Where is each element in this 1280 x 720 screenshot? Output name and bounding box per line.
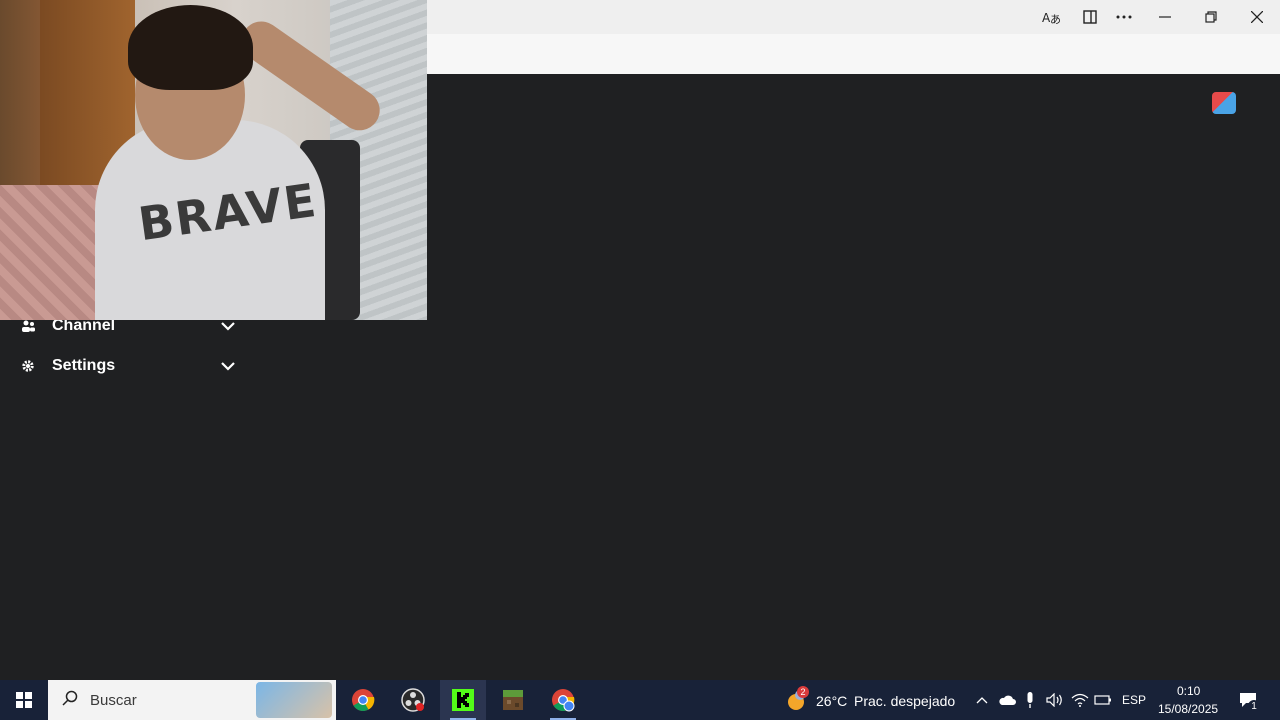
chevron-down-icon[interactable] [220, 358, 236, 374]
start-button[interactable] [0, 680, 48, 720]
search-icon [62, 690, 78, 711]
menu-item-label: Settings [52, 357, 116, 374]
translate-icon[interactable]: Aあ [1031, 0, 1071, 34]
taskbar: Buscar 2 26°C Prac. despejado ESP 0:10 1… [0, 680, 1280, 720]
search-highlight-image [256, 682, 332, 718]
webcam-overlay: BRAVE [0, 0, 427, 320]
restore-button[interactable] [1191, 0, 1231, 34]
weather-description[interactable]: Prac. despejado [854, 693, 955, 709]
channel-icon [20, 318, 36, 334]
minimize-button[interactable] [1145, 0, 1185, 34]
microphone-icon[interactable] [1020, 680, 1040, 720]
svg-text:あ: あ [1050, 13, 1060, 25]
webcam-person-hair [128, 5, 253, 90]
notification-count: 1 [1248, 700, 1260, 714]
gear-icon [20, 358, 36, 374]
more-options-icon[interactable] [1104, 0, 1144, 34]
onedrive-icon[interactable] [996, 680, 1018, 720]
taskbar-search[interactable]: Buscar [48, 680, 336, 720]
kick-icon[interactable] [440, 680, 486, 720]
obs-icon[interactable] [390, 680, 436, 720]
chrome-icon[interactable] [340, 680, 386, 720]
clock-date[interactable]: 15/08/2025 [1158, 702, 1218, 716]
notification-icon[interactable] [1234, 680, 1262, 720]
chevron-down-icon[interactable] [220, 318, 236, 334]
weather-temperature[interactable]: 26°C [816, 693, 847, 709]
wifi-icon[interactable] [1069, 680, 1091, 720]
extension-icon[interactable] [1212, 92, 1236, 114]
minecraft-icon[interactable] [490, 680, 536, 720]
chrome-profile-icon[interactable] [540, 680, 586, 720]
chevron-up-icon[interactable] [972, 680, 992, 720]
menu-item-settings[interactable]: Settings [0, 348, 250, 384]
clock-time[interactable]: 0:10 [1177, 684, 1200, 698]
search-input[interactable]: Buscar [90, 692, 137, 709]
windows-logo-icon [16, 692, 32, 708]
language-indicator[interactable]: ESP [1122, 693, 1146, 707]
battery-icon[interactable] [1092, 680, 1114, 720]
weather-badge: 2 [797, 686, 809, 698]
volume-icon[interactable] [1044, 680, 1066, 720]
close-button[interactable] [1237, 0, 1277, 34]
